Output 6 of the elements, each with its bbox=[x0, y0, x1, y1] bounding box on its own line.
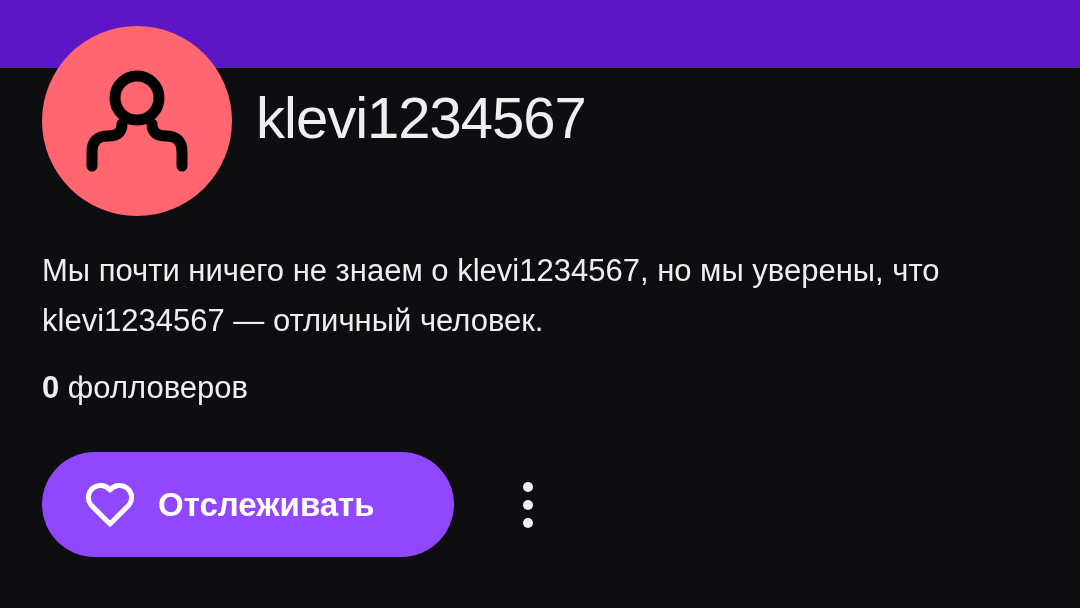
profile-description: Мы почти ничего не знаем о klevi1234567, но мы уверены, что klevi1234567 — отличный человек. bbox=[42, 252, 941, 340]
username: klevi1234567 bbox=[256, 83, 586, 151]
follow-button[interactable]: Отслеживать bbox=[42, 452, 454, 557]
heart-icon bbox=[84, 481, 136, 528]
follower-count: 0 фолловеров bbox=[42, 370, 249, 406]
more-options-icon[interactable] bbox=[522, 480, 534, 529]
